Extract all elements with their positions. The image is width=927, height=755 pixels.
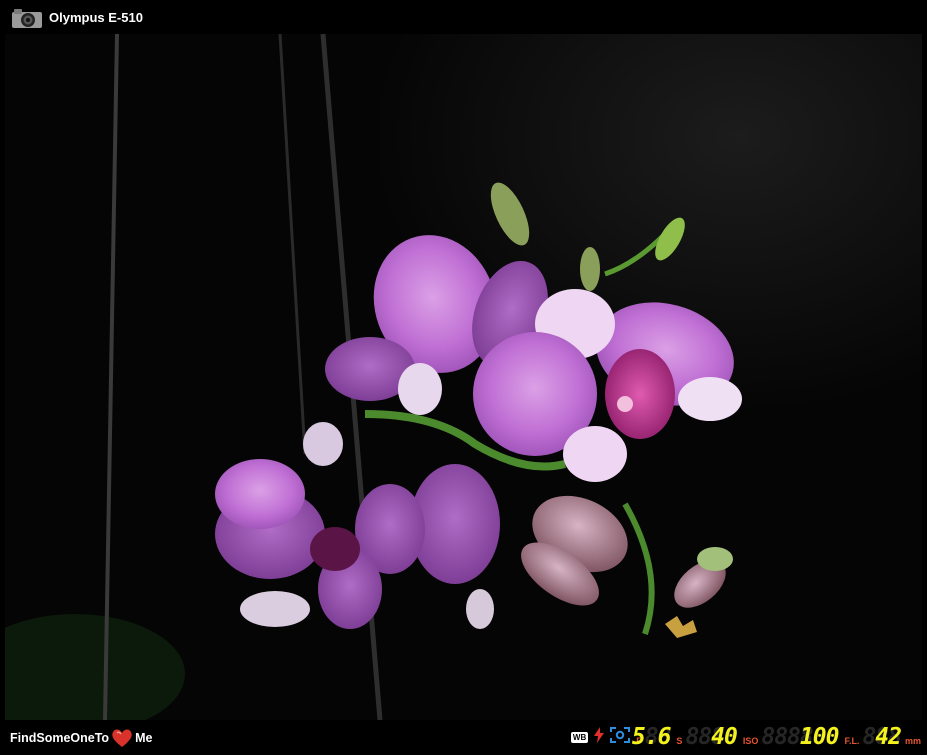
heart-icon [111,728,133,748]
iso-value: 100 [799,723,840,750]
focal-length-value: 42 [875,723,902,750]
white-balance-label: WB [570,731,589,743]
focal-length-display: 888 42 [862,723,902,750]
title-bar: Olympus E-510 [0,0,927,34]
orchid-photo [5,34,922,720]
brand-left-text: FindSomeOneTo [10,731,110,745]
shutter-label: S [676,736,683,746]
camera-model-title: Olympus E-510 [49,10,143,25]
camera-icon [11,7,43,29]
focal-length-unit: mm [904,736,921,746]
aperture-value: 5.6 [631,723,672,750]
flash-icon [594,726,605,748]
iso-display: 888888 100 [761,723,840,750]
watermark-brand: FindSomeOneTo Me [10,728,152,748]
exif-bar: FindSomeOneTo Me WB F 88 5.6 S 8888 40 I… [0,720,927,755]
metering-icon [610,726,631,748]
iso-label: ISO [742,736,759,746]
shutter-value: 40 [711,723,738,750]
aperture-display: 88 5.6 [632,725,672,749]
shutter-display: 8888 40 [685,723,738,750]
brand-right-text: Me [135,731,153,745]
exif-readout: WB F 88 5.6 S 8888 40 ISO 888888 100 F.L… [570,723,921,751]
focal-length-label: F.L. [844,736,860,746]
